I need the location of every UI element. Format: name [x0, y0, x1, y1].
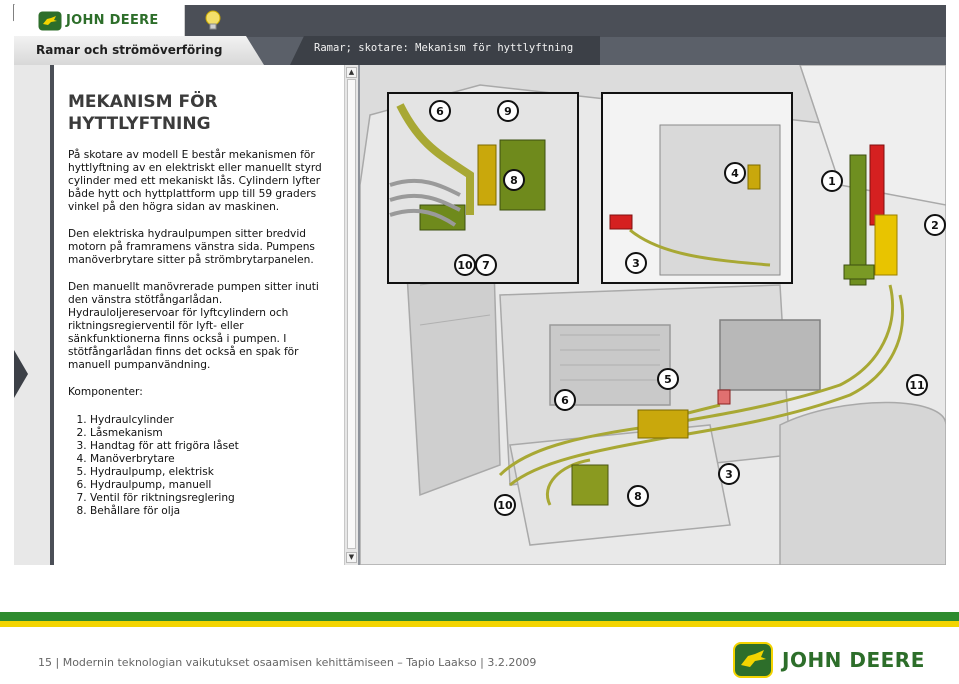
tab-section-label: Ramar och strömöverföring: [36, 43, 223, 57]
brand-name: JOHN DEERE: [66, 13, 159, 28]
paragraph: Den manuellt manövrerade pumpen sitter i…: [68, 281, 319, 371]
callout-label: 2: [931, 219, 939, 232]
list-item: Låsmekanism: [90, 427, 344, 440]
callout-badge: 9: [497, 100, 519, 122]
footer-green-stripe: [0, 612, 959, 621]
callout-badge: 10: [454, 254, 476, 276]
scroll-thumb[interactable]: [347, 79, 356, 549]
brand-header: JOHN DEERE: [14, 5, 185, 37]
footer-text: 15 | Modernin teknologian vaikutukset os…: [38, 656, 536, 669]
lightbulb-icon[interactable]: [204, 10, 222, 32]
tab-section[interactable]: Ramar och strömöverföring: [14, 36, 264, 65]
callout-badge: 6: [554, 389, 576, 411]
callout-label: 7: [482, 259, 490, 272]
callout-badge: 3: [718, 463, 740, 485]
illustration-svg: 1 2 3 3 4 5 6 6 7 8 8 9 10 10 11: [360, 65, 946, 565]
callout-badge: 1: [821, 170, 843, 192]
callout-label: 11: [909, 379, 924, 392]
nav-arrow-icon[interactable]: [14, 350, 28, 398]
callout-label: 4: [731, 167, 739, 180]
list-item: Behållare för olja: [90, 505, 344, 518]
callout-badge: 10: [494, 494, 516, 516]
deere-logo-icon: [38, 11, 62, 31]
list-item: Hydraulcylinder: [90, 414, 344, 427]
callout-label: 6: [436, 105, 444, 118]
callout-badge: 5: [657, 368, 679, 390]
callout-label: 8: [634, 490, 642, 503]
callout-badge: 2: [924, 214, 946, 236]
callout-label: 10: [457, 259, 473, 272]
footer-yellow-stripe: [0, 621, 959, 627]
callout-label: 10: [497, 499, 513, 512]
list-item: Handtag för att frigöra låset: [90, 440, 344, 453]
viewer-window: JOHN DEERE Ramar och strömöverföring Ram…: [14, 5, 946, 565]
callout-badge: 4: [724, 162, 746, 184]
callout-badge: 7: [475, 254, 497, 276]
scroll-up-icon[interactable]: ▲: [346, 67, 357, 78]
list-item: Hydraulpump, manuell: [90, 479, 344, 492]
footer-brand: JOHN DEERE: [782, 648, 925, 672]
machine-illustration: 1 2 3 3 4 5 6 6 7 8 8 9 10 10 11: [360, 65, 946, 565]
callout-label: 3: [725, 468, 733, 481]
text-panel: MEKANISM FÖR HYTTLYFTNING På skotare av …: [54, 65, 344, 565]
scrollbar[interactable]: ▲ ▼: [344, 65, 358, 565]
callout-badge: 6: [429, 100, 451, 122]
callout-label: 1: [828, 175, 836, 188]
list-item: Manöverbrytare: [90, 453, 344, 466]
paragraph: Den elektriska hydraulpumpen sitter bred…: [68, 228, 315, 266]
deere-logo-icon: [733, 642, 773, 678]
paragraph: På skotare av modell E består mekanismen…: [68, 149, 322, 213]
components-list: Hydraulcylinder Låsmekanism Handtag för …: [68, 414, 344, 518]
callout-badge: 8: [503, 169, 525, 191]
callout-label: 9: [504, 105, 512, 118]
page-number: 15: [38, 656, 52, 669]
list-item: Hydraulpump, elektrisk: [90, 466, 344, 479]
footer-date: 3.2.2009: [487, 656, 537, 669]
scroll-down-icon[interactable]: ▼: [346, 552, 357, 563]
breadcrumb: Ramar; skotare: Mekanism för hyttlyftnin…: [290, 36, 600, 65]
left-nav-strip: [14, 65, 50, 565]
list-item: Ventil för riktningsreglering: [90, 492, 344, 505]
callout-label: 5: [664, 373, 672, 386]
components-heading: Komponenter:: [68, 386, 143, 398]
callout-label: 3: [632, 257, 640, 270]
footer-separator: |: [55, 656, 63, 669]
callout-badge: 11: [906, 374, 928, 396]
callout-badge: 3: [625, 252, 647, 274]
footer-title: Modernin teknologian vaikutukset osaamis…: [62, 656, 477, 669]
callout-label: 8: [510, 174, 518, 187]
breadcrumb-text: Ramar; skotare: Mekanism för hyttlyftnin…: [314, 42, 574, 54]
callout-label: 6: [561, 394, 569, 407]
page-title: MEKANISM FÖR HYTTLYFTNING: [68, 92, 218, 134]
callout-badge: 8: [627, 485, 649, 507]
